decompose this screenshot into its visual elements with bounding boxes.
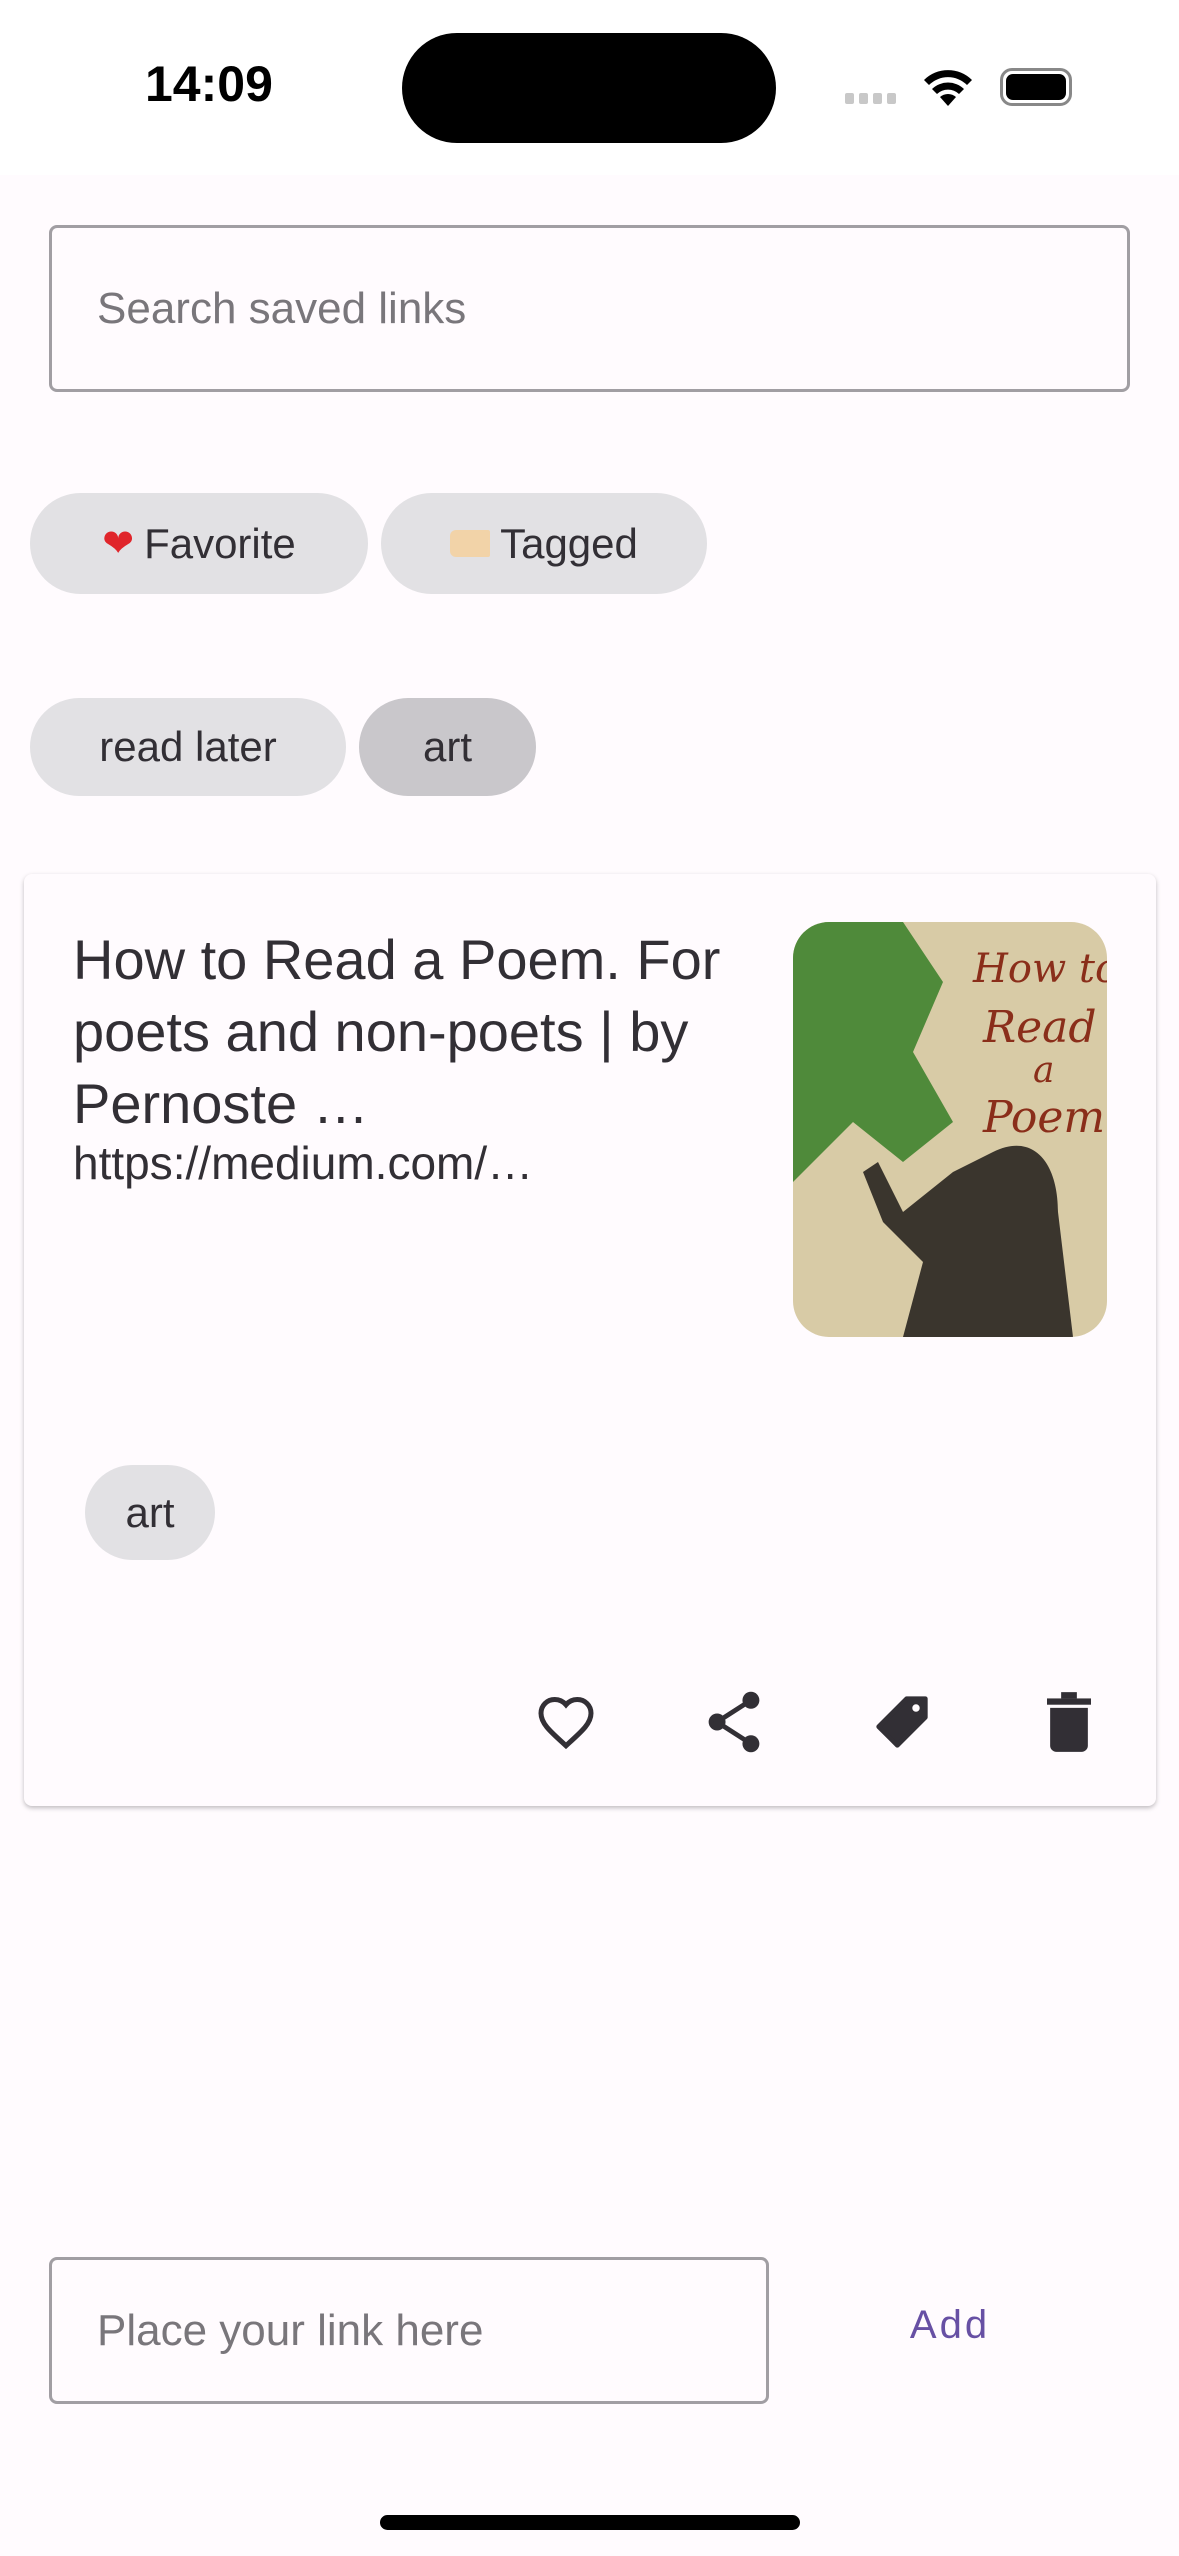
signal-icon [845,93,896,104]
home-indicator[interactable] [380,2515,800,2530]
share-button[interactable] [699,1687,769,1757]
svg-text:Poem: Poem [982,1092,1105,1143]
svg-text:Read: Read [982,1002,1097,1053]
link-thumbnail: How to Read a Poem [793,922,1107,1337]
chip-label: art [125,1488,175,1536]
link-url[interactable]: https://medium.com/… [73,1136,533,1190]
filter-chip-favorite[interactable]: ❤ Favorite [30,493,368,594]
tag-chip-art[interactable]: art [359,698,536,796]
dynamic-island [402,33,776,143]
chip-label: Favorite [144,519,296,567]
svg-text:a: a [1033,1050,1054,1091]
chip-label: art [422,723,472,770]
delete-button[interactable] [1034,1687,1104,1757]
label-icon [876,1696,928,1748]
link-title: How to Read a Poem. For poets and non-po… [73,928,721,1135]
share-icon [708,1691,760,1753]
chip-label: read later [99,723,277,770]
tag-button[interactable] [867,1687,937,1757]
filter-chip-tagged[interactable]: Tagged [381,493,707,594]
chip-label: Tagged [500,519,638,567]
card-tag-chip-art[interactable]: art [85,1465,215,1560]
heart-icon: ❤ [102,523,135,565]
link-card[interactable]: How to Read a Poem. For poets and non-po… [24,874,1156,1806]
heart-outline-icon [538,1696,594,1750]
link-input[interactable] [49,2257,769,2404]
tag-chip-read-later[interactable]: read later [30,698,346,796]
status-bar: 14:09 [0,0,1179,175]
battery-icon [1000,68,1072,106]
status-time: 14:09 [145,56,273,112]
add-button[interactable]: Add [890,2290,1010,2360]
wifi-icon [924,70,972,106]
thumbnail-text: How to [972,946,1107,992]
trash-icon [1047,1692,1091,1752]
tag-icon [450,530,491,557]
search-input[interactable] [49,225,1130,392]
favorite-button[interactable] [531,1687,601,1757]
